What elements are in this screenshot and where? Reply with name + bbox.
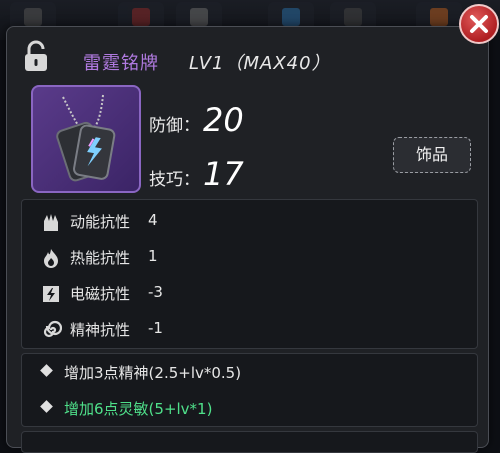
item-level: LV1（MAX40） <box>189 53 331 74</box>
next-section <box>21 431 478 453</box>
effect-list: 增加3点精神(2.5+lv*0.5) 增加6点灵敏(5+lv*1) <box>21 353 478 427</box>
resistance-value: 4 <box>148 211 158 229</box>
close-button[interactable] <box>459 4 499 44</box>
resistance-label: 精神抗性 <box>70 321 131 339</box>
dog-tag-icon <box>56 94 116 182</box>
lock-icon[interactable] <box>21 39 51 73</box>
skill-value: 17 <box>203 155 244 193</box>
close-icon <box>470 15 488 33</box>
skill-label: 技巧： <box>149 170 200 190</box>
item-detail-panel: 雷霆铭牌 LV1（MAX40） 防御： 20 技巧： 17 饰品 动能抗性 4 <box>6 26 489 453</box>
item-image-frame <box>31 85 141 193</box>
resistance-value: -1 <box>148 319 163 337</box>
defense-value: 20 <box>203 101 244 139</box>
resistance-value: 1 <box>148 247 158 265</box>
list-item: 增加3点精神(2.5+lv*0.5) <box>22 354 477 390</box>
list-item: 热能抗性 1 <box>22 240 477 276</box>
list-item: 电磁抗性 -3 <box>22 276 477 312</box>
resistance-label: 电磁抗性 <box>70 285 131 303</box>
list-item: 精神抗性 -1 <box>22 312 477 348</box>
lightning-icon <box>43 286 59 302</box>
resistance-value: -3 <box>148 283 163 301</box>
list-item: 增加6点灵敏(5+lv*1) <box>22 390 477 426</box>
diamond-bullet-icon <box>40 400 53 413</box>
resistance-list: 动能抗性 4 热能抗性 1 电磁抗性 -3 精神抗性 -1 <box>21 199 478 349</box>
fire-icon <box>44 249 58 268</box>
list-item: 动能抗性 4 <box>22 204 477 240</box>
defense-label: 防御： <box>149 116 200 136</box>
resistance-label: 热能抗性 <box>70 249 131 267</box>
spiral-icon <box>43 320 62 338</box>
item-name: 雷霆铭牌 <box>83 53 159 74</box>
effect-text-active: 增加6点灵敏(5+lv*1) <box>64 400 213 418</box>
resistance-label: 动能抗性 <box>70 213 131 231</box>
item-type-button[interactable]: 饰品 <box>393 137 471 173</box>
kinetic-icon <box>44 214 58 231</box>
effect-text: 增加3点精神(2.5+lv*0.5) <box>64 364 242 382</box>
diamond-bullet-icon <box>40 364 53 377</box>
